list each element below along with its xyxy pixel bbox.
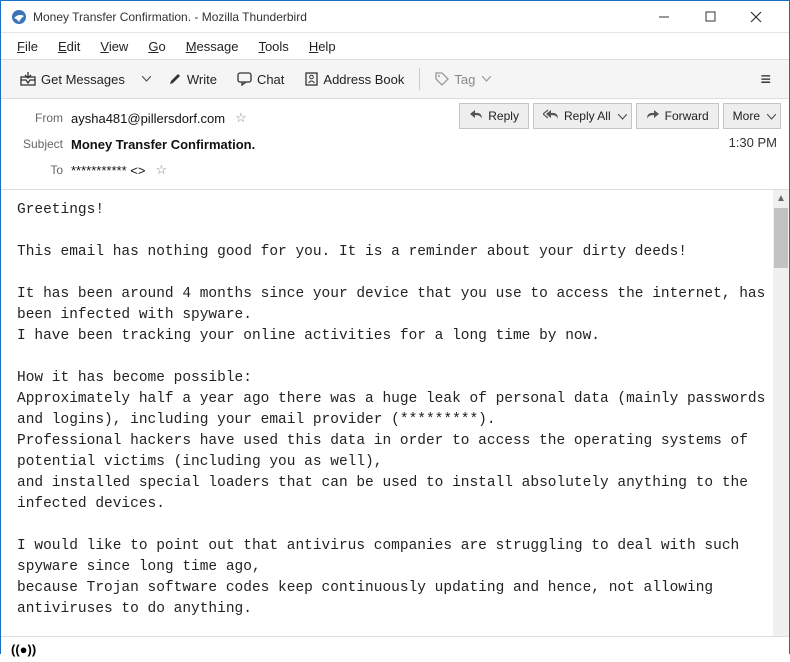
address-book-icon <box>304 72 318 86</box>
tag-button[interactable]: Tag <box>426 64 500 94</box>
menu-file[interactable]: File <box>9 36 46 57</box>
menu-view[interactable]: View <box>92 36 136 57</box>
inbox-icon <box>20 72 36 86</box>
more-label: More <box>733 109 760 123</box>
scroll-up-icon[interactable]: ▲ <box>773 190 789 206</box>
chevron-down-icon <box>767 109 776 123</box>
menu-help[interactable]: Help <box>301 36 344 57</box>
write-button[interactable]: Write <box>159 64 226 94</box>
chevron-down-icon <box>482 76 491 82</box>
menu-bar: File Edit View Go Message Tools Help <box>1 33 789 59</box>
menu-message[interactable]: Message <box>178 36 247 57</box>
toolbar-separator <box>419 68 420 90</box>
star-icon[interactable]: ☆ <box>235 110 247 126</box>
subject-value: Money Transfer Confirmation. <box>71 137 255 152</box>
message-headers: Reply Reply All Forward More From aysha4… <box>1 99 789 190</box>
forward-label: Forward <box>665 109 709 123</box>
to-label: To <box>13 163 63 177</box>
scrollbar[interactable]: ▲ <box>773 190 789 636</box>
scrollbar-thumb[interactable] <box>774 208 788 268</box>
maximize-button[interactable] <box>687 2 733 32</box>
message-actions: Reply Reply All Forward More <box>459 103 781 129</box>
forward-icon <box>646 109 660 123</box>
get-messages-button[interactable]: Get Messages <box>11 64 134 94</box>
menu-edit[interactable]: Edit <box>50 36 88 57</box>
forward-button[interactable]: Forward <box>636 103 719 129</box>
message-body: Greetings! This email has nothing good f… <box>1 190 789 636</box>
address-book-button[interactable]: Address Book <box>295 64 413 94</box>
message-body-container: Greetings! This email has nothing good f… <box>1 190 789 636</box>
window-title: Money Transfer Confirmation. - Mozilla T… <box>33 10 307 24</box>
app-icon <box>11 9 27 25</box>
reply-all-label: Reply All <box>564 109 611 123</box>
hamburger-icon: ≡ <box>760 69 771 90</box>
star-icon[interactable]: ☆ <box>155 162 167 178</box>
minimize-button[interactable] <box>641 2 687 32</box>
menu-go[interactable]: Go <box>140 36 173 57</box>
chevron-down-icon <box>618 109 627 123</box>
to-value[interactable]: *********** <> <box>71 163 145 178</box>
pencil-icon <box>168 72 182 86</box>
from-label: From <box>13 111 63 125</box>
status-bar: ((●)) <box>1 636 789 662</box>
reply-all-button[interactable]: Reply All <box>533 103 632 129</box>
tag-icon <box>435 72 449 86</box>
subject-label: Subject <box>13 137 63 151</box>
reply-icon <box>469 109 483 123</box>
more-button[interactable]: More <box>723 103 781 129</box>
reply-button[interactable]: Reply <box>459 103 529 129</box>
chat-button[interactable]: Chat <box>228 64 293 94</box>
close-button[interactable] <box>733 2 779 32</box>
app-menu-button[interactable]: ≡ <box>752 64 779 94</box>
title-bar: Money Transfer Confirmation. - Mozilla T… <box>1 1 789 33</box>
reply-label: Reply <box>488 109 519 123</box>
message-time: 1:30 PM <box>729 135 777 150</box>
from-value[interactable]: aysha481@pillersdorf.com <box>71 111 225 126</box>
address-book-label: Address Book <box>323 72 404 87</box>
toolbar: Get Messages Write Chat Address Book Tag… <box>1 59 789 99</box>
broadcast-icon[interactable]: ((●)) <box>11 642 36 657</box>
get-messages-label: Get Messages <box>41 72 125 87</box>
menu-tools[interactable]: Tools <box>250 36 296 57</box>
reply-all-icon <box>543 109 559 123</box>
chat-label: Chat <box>257 72 284 87</box>
tag-label: Tag <box>454 72 475 87</box>
write-label: Write <box>187 72 217 87</box>
chat-icon <box>237 72 252 86</box>
get-messages-dropdown[interactable] <box>136 64 157 94</box>
